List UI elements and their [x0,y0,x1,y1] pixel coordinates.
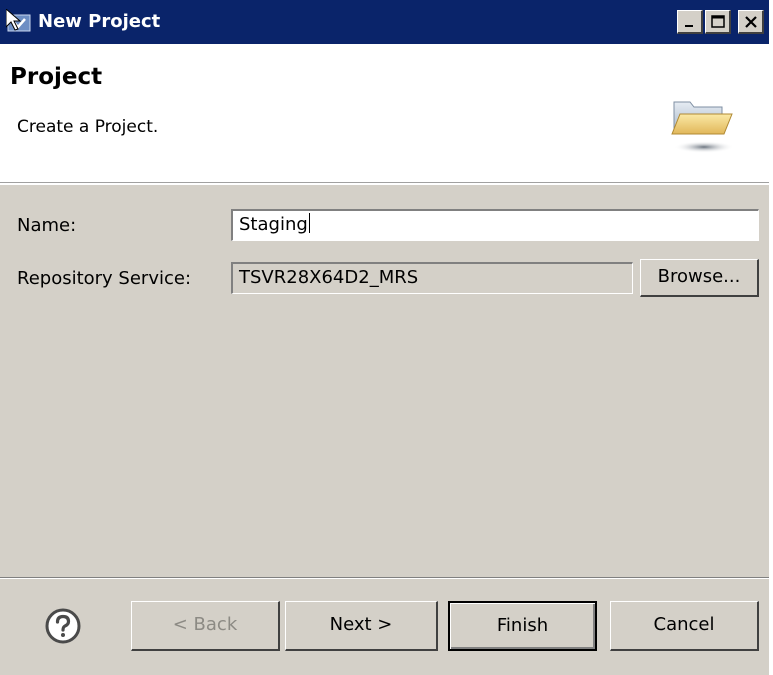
question-circle-icon[interactable] [44,607,82,650]
wizard-header: Project Create a Project. [0,44,769,183]
next-button[interactable]: Next > [285,601,438,651]
close-button[interactable] [738,10,764,34]
folder-open-icon [666,92,742,161]
page-title: Project [10,64,103,90]
title-bar[interactable]: New Project [0,0,769,44]
maximize-icon [711,15,725,28]
page-description: Create a Project. [17,117,159,137]
maximize-button[interactable] [705,10,731,34]
name-input[interactable]: Staging [231,209,759,241]
close-icon [745,16,757,28]
minimize-icon [685,25,693,27]
repository-service-field[interactable]: TSVR28X64D2_MRS [231,262,633,294]
header-divider [0,183,769,185]
repository-service-label: Repository Service: [17,268,192,289]
browse-button[interactable]: Browse... [640,259,759,297]
window-title: New Project [38,11,161,32]
app-icon [5,7,32,35]
finish-button[interactable]: Finish [448,601,597,651]
minimize-button[interactable] [677,10,703,34]
new-project-dialog: New Project Project Create a Project. Na… [0,0,769,675]
back-button[interactable]: < Back [131,601,280,651]
cancel-button[interactable]: Cancel [610,601,759,651]
footer-divider-highlight [0,578,769,579]
name-label: Name: [17,215,77,236]
name-value: Staging [239,214,308,235]
text-caret [308,213,310,233]
window-edge [769,0,773,675]
